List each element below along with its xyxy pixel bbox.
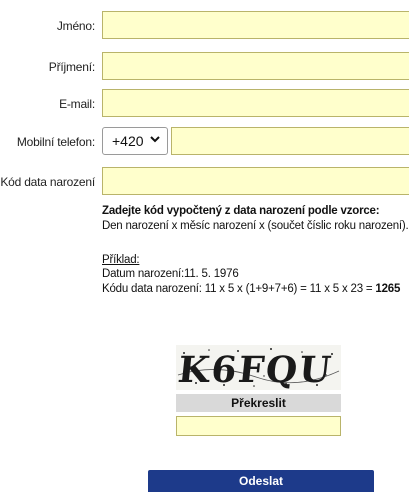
birth-code-row: Kód data narození	[0, 167, 409, 197]
first-name-row: Jméno:	[0, 11, 409, 41]
example-label: Příklad:	[102, 254, 140, 266]
captcha-redraw-button[interactable]: Překreslit	[176, 394, 341, 412]
example-calculation: Kódu data narození: 11 x 5 x (1+9+7+6) =…	[102, 283, 401, 295]
last-name-label: Příjmení:	[48, 60, 95, 74]
email-label: E-mail:	[59, 97, 95, 111]
instructions-heading: Zadejte kód vypočtený z data narození po…	[102, 205, 380, 217]
captcha-graphic: K6FQU	[176, 345, 341, 390]
birth-code-input[interactable]	[102, 167, 409, 195]
chevron-down-icon	[150, 136, 160, 143]
phone-number-input[interactable]	[171, 127, 409, 155]
captcha-image: K6FQU	[176, 345, 341, 390]
phone-prefix-value: +420	[112, 133, 144, 149]
last-name-row: Příjmení:	[0, 52, 409, 82]
first-name-input[interactable]	[102, 11, 409, 39]
mobile-label: Mobilní telefon:	[16, 135, 95, 149]
captcha-text: K6FQU	[176, 348, 335, 390]
submit-button[interactable]: Odeslat	[148, 470, 374, 492]
birth-code-label: Kód data narození	[0, 175, 95, 189]
example-date: Datum narození:11. 5. 1976	[102, 268, 239, 280]
phone-prefix-select[interactable]: +420	[102, 127, 168, 155]
email-row: E-mail:	[0, 89, 409, 119]
mobile-row: Mobilní telefon: +420	[0, 127, 409, 157]
instructions-formula: Den narození x měsíc narození x (součet …	[102, 220, 409, 232]
last-name-input[interactable]	[102, 52, 409, 80]
example-result: 1265	[375, 283, 401, 295]
first-name-label: Jméno:	[56, 19, 95, 33]
captcha-input[interactable]	[176, 416, 341, 436]
email-input[interactable]	[102, 89, 409, 117]
